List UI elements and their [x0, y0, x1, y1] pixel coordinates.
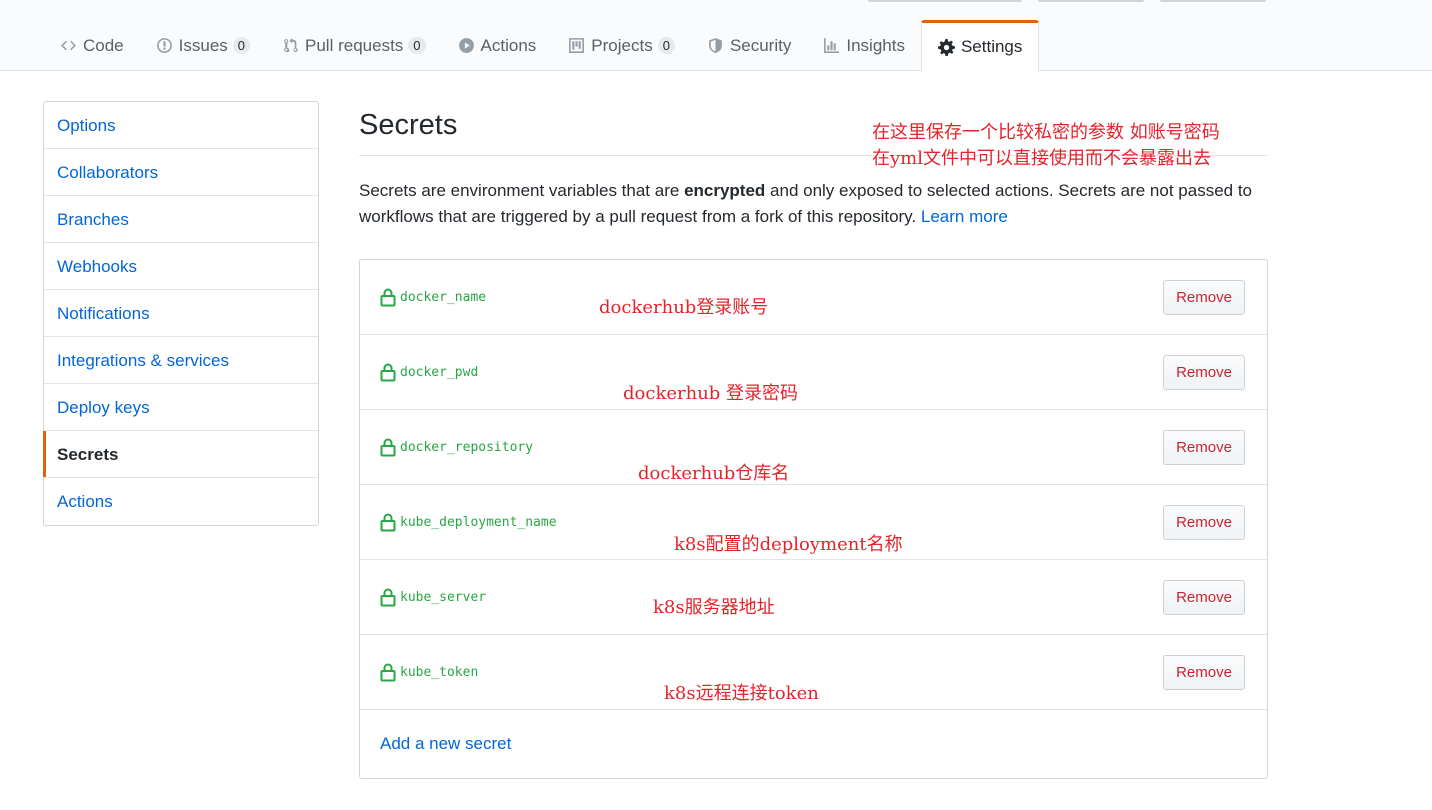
lock-icon — [380, 363, 396, 382]
secret-row: docker_name Remove — [360, 260, 1267, 335]
annotation-header-line1: 在这里保存一个比较私密的参数 如账号密码 — [872, 122, 1220, 143]
shield-icon — [707, 37, 724, 54]
lock-icon — [380, 663, 396, 682]
learn-more-link[interactable]: Learn more — [921, 207, 1008, 226]
secret-name-text: kube_deployment_name — [400, 515, 557, 530]
sidebar-item-secrets[interactable]: Secrets — [43, 431, 318, 478]
project-icon — [568, 37, 585, 54]
tab-label: Pull requests — [305, 35, 404, 55]
gear-icon — [937, 38, 955, 56]
annotation-kube-deployment-name: k8s配置的deployment名称 — [674, 534, 903, 555]
secrets-description: Secrets are environment variables that a… — [359, 178, 1268, 230]
tab-label: Actions — [480, 35, 537, 55]
secret-name: docker_repository — [380, 438, 533, 457]
secret-name-text: kube_server — [400, 590, 487, 605]
remove-secret-button[interactable]: Remove — [1163, 430, 1245, 465]
lock-icon — [380, 588, 396, 607]
annotation-kube-server: k8s服务器地址 — [653, 597, 775, 618]
code-icon — [60, 37, 77, 54]
secret-row: docker_repository Remove — [360, 410, 1267, 485]
annotation-header-line2: 在yml文件中可以直接使用而不会暴露出去 — [872, 148, 1211, 169]
tab-actions[interactable]: Actions — [442, 20, 553, 71]
secret-name: kube_server — [380, 588, 486, 607]
sidebar-item-notifications[interactable]: Notifications — [44, 290, 318, 337]
sidebar-item-webhooks[interactable]: Webhooks — [44, 243, 318, 290]
tab-security[interactable]: Security — [691, 20, 807, 71]
annotation-docker-pwd: dockerhub 登录密码 — [623, 383, 799, 404]
settings-sidebar: Options Collaborators Branches Webhooks … — [43, 101, 319, 526]
secret-name: kube_token — [380, 663, 478, 682]
issue-icon — [156, 37, 173, 54]
secret-row: kube_server Remove — [360, 560, 1267, 635]
tab-issues[interactable]: Issues 0 — [140, 20, 266, 71]
lock-icon — [380, 438, 396, 457]
secret-name-text: docker_pwd — [400, 365, 479, 380]
secret-name: kube_deployment_name — [380, 513, 557, 532]
annotation-kube-token: k8s远程连接token — [664, 683, 819, 704]
lock-icon — [380, 288, 396, 307]
remove-secret-button[interactable]: Remove — [1163, 505, 1245, 540]
tab-settings[interactable]: Settings — [920, 20, 1040, 72]
annotation-docker-name: dockerhub登录账号 — [599, 297, 769, 318]
remove-secret-button[interactable]: Remove — [1163, 355, 1245, 390]
tab-label: Settings — [960, 37, 1023, 56]
graph-icon — [823, 37, 840, 54]
tab-code[interactable]: Code — [44, 20, 140, 71]
secret-name: docker_pwd — [380, 363, 478, 382]
issues-counter: 0 — [232, 37, 251, 54]
repo-header: Code Issues 0 Pull requests 0 Actions Pr… — [0, 0, 1432, 72]
sidebar-item-options[interactable]: Options — [44, 102, 318, 149]
projects-counter: 0 — [657, 37, 675, 54]
repo-tabs: Code Issues 0 Pull requests 0 Actions Pr… — [44, 20, 1040, 72]
sidebar-item-actions[interactable]: Actions — [44, 478, 318, 525]
sidebar-item-integrations[interactable]: Integrations & services — [44, 337, 318, 384]
description-bold: encrypted — [684, 181, 766, 200]
secret-name-text: docker_name — [400, 290, 487, 305]
remove-secret-button[interactable]: Remove — [1163, 580, 1245, 615]
tab-label: Code — [83, 35, 124, 55]
annotation-docker-repository: dockerhub仓库名 — [638, 463, 790, 484]
add-secret-row: Add a new secret — [360, 710, 1267, 778]
tab-label: Issues — [178, 35, 228, 55]
add-secret-link[interactable]: Add a new secret — [380, 734, 511, 753]
pull-requests-counter: 0 — [408, 37, 426, 54]
lock-icon — [380, 513, 396, 532]
sidebar-item-deploy-keys[interactable]: Deploy keys — [44, 384, 318, 431]
sidebar-item-collaborators[interactable]: Collaborators — [44, 149, 318, 196]
secret-name: docker_name — [380, 288, 486, 307]
tab-label: Insights — [846, 35, 905, 55]
secret-name-text: kube_token — [400, 665, 479, 680]
tab-projects[interactable]: Projects 0 — [552, 20, 691, 71]
header-button-stub[interactable] — [868, 0, 1022, 2]
tab-label: Projects — [591, 35, 653, 55]
description-text: Secrets are environment variables that a… — [359, 181, 685, 200]
tab-pull-requests[interactable]: Pull requests 0 — [266, 20, 442, 71]
pull-request-icon — [282, 37, 299, 54]
remove-secret-button[interactable]: Remove — [1163, 655, 1245, 690]
secret-row: docker_pwd Remove — [360, 335, 1267, 410]
play-icon — [458, 37, 475, 54]
remove-secret-button[interactable]: Remove — [1163, 280, 1245, 315]
tab-insights[interactable]: Insights — [807, 20, 921, 71]
header-button-stub[interactable] — [1160, 0, 1266, 2]
header-button-stub[interactable] — [1038, 0, 1144, 2]
sidebar-item-branches[interactable]: Branches — [44, 196, 318, 243]
secret-name-text: docker_repository — [400, 440, 534, 455]
tab-label: Security — [729, 35, 792, 55]
